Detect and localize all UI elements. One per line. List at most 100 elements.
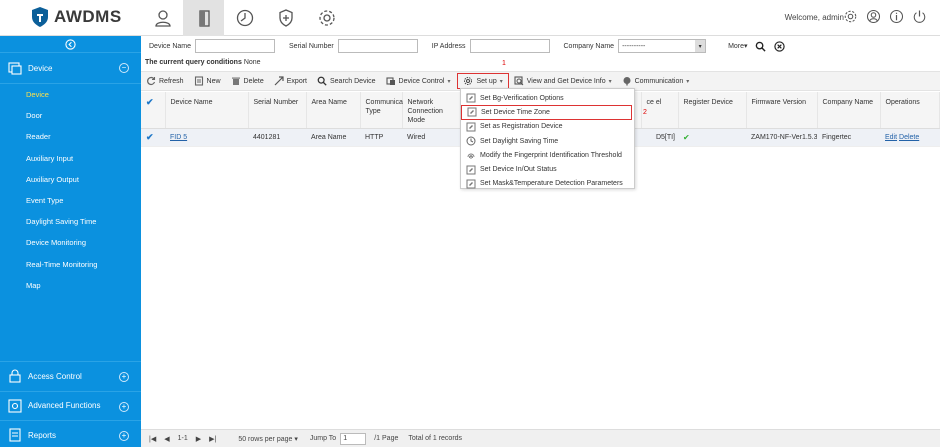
export-button[interactable]: Export — [269, 73, 312, 89]
nav-access[interactable] — [183, 0, 224, 36]
chevron-down-icon: ▾ — [695, 40, 706, 52]
advanced-functions-icon — [8, 399, 22, 413]
last-page-icon[interactable]: ▶| — [209, 435, 216, 443]
more-button[interactable]: More▾ — [728, 42, 747, 50]
device-name-input[interactable] — [195, 39, 276, 53]
menu-item-in-out-status[interactable]: Set Device In/Out Status — [461, 162, 634, 176]
menu-item-bg-verification[interactable]: Set Bg-Verification Options — [461, 91, 634, 105]
col-device-name[interactable]: Device Name — [165, 92, 249, 129]
sidebar-section-access-control[interactable]: Access Control + — [0, 361, 141, 391]
power-icon[interactable] — [911, 8, 928, 25]
collapse-minus-icon[interactable]: − — [119, 63, 129, 73]
new-doc-icon — [194, 76, 204, 86]
expand-plus-icon[interactable]: + — [119, 401, 129, 412]
sidebar-item-event-type[interactable]: Event Type — [0, 190, 141, 211]
jump-to-input[interactable]: 1 — [340, 432, 367, 445]
chevron-down-icon: ▾ — [608, 78, 612, 85]
sidebar-section-advanced-functions[interactable]: Advanced Functions + — [0, 390, 141, 421]
sidebar-item-device[interactable]: Device — [0, 84, 141, 105]
col-area-name[interactable]: Area Name — [306, 92, 361, 129]
col-serial-number[interactable]: Serial Number — [248, 92, 307, 129]
form-icon — [465, 122, 476, 132]
query-conditions-label: The current query conditions — [145, 59, 242, 66]
rows-per-page-select[interactable]: 50 rows per page ▾ — [230, 435, 298, 443]
door-icon — [198, 10, 210, 27]
ip-address-input[interactable] — [469, 39, 550, 53]
ip-address-label: IP Address — [431, 42, 466, 50]
menu-item-daylight-saving-time[interactable]: Set Daylight Saving Time — [461, 134, 634, 148]
sidebar-item-door[interactable]: Door — [0, 105, 141, 126]
menu-item-registration-device[interactable]: Set as Registration Device — [461, 120, 634, 134]
chevron-down-icon: ▾ — [499, 78, 503, 85]
nav-system[interactable] — [306, 0, 347, 36]
sidebar-section-label: Reports — [28, 430, 57, 440]
chevron-down-icon: ▾ — [447, 78, 451, 85]
col-operations: Operations — [880, 92, 940, 129]
device-icon — [8, 62, 22, 75]
cell-company: Fingertec — [817, 128, 880, 147]
sidebar-item-real-time-monitoring[interactable]: Real-Time Monitoring — [0, 254, 141, 275]
prev-page-icon[interactable]: ◀ — [164, 435, 169, 443]
col-network-connection-mode[interactable]: Network Connection Mode — [402, 92, 461, 129]
device-control-button[interactable]: Device Control ▾ — [381, 73, 456, 89]
search-device-button[interactable]: Search Device — [312, 73, 381, 89]
jump-to-label: Jump To — [309, 435, 337, 442]
total-pages: /1 Page — [374, 435, 399, 442]
sidebar-item-auxiliary-output[interactable]: Auxiliary Output — [0, 169, 141, 190]
sidebar-collapse-button[interactable] — [0, 36, 141, 53]
col-communication-type[interactable]: Communica Type — [360, 92, 403, 129]
menu-item-set-device-time-zone[interactable]: Set Device Time Zone — [461, 105, 632, 120]
edit-link[interactable]: Edit — [885, 134, 897, 141]
menu-item-mask-temperature[interactable]: Set Mask&Temperature Detection Parameter… — [461, 177, 634, 191]
nav-personnel[interactable] — [142, 0, 183, 36]
new-button[interactable]: New — [189, 73, 226, 89]
device-name-link[interactable]: FID 5 — [170, 134, 187, 141]
cell-model: D5[TI] — [641, 128, 678, 147]
col-company-name[interactable]: Company Name — [817, 92, 881, 129]
nav-attendance[interactable] — [224, 0, 265, 36]
delete-button[interactable]: Delete — [226, 73, 269, 89]
refresh-icon — [146, 76, 156, 86]
setup-button[interactable]: Set up ▾ — [457, 73, 509, 89]
sidebar-section-reports[interactable]: Reports + — [0, 420, 141, 447]
refresh-button[interactable]: Refresh — [141, 73, 189, 89]
communication-button[interactable]: Communication ▾ — [617, 73, 695, 89]
sidebar-item-map[interactable]: Map — [0, 275, 141, 296]
sidebar-item-daylight-saving-time[interactable]: Daylight Saving Time — [0, 211, 141, 232]
view-get-device-info-button[interactable]: View and Get Device Info ▾ — [509, 73, 617, 89]
company-name-label: Company Name — [563, 42, 615, 50]
setup-dropdown-menu: Set Bg-Verification Options Set Device T… — [460, 88, 635, 189]
profile-icon[interactable] — [865, 8, 882, 25]
col-register-device[interactable]: Register Device — [678, 92, 747, 129]
clear-icon[interactable] — [773, 40, 786, 53]
next-page-icon[interactable]: ▶ — [196, 435, 201, 443]
lock-icon — [9, 369, 21, 383]
device-name-label: Device Name — [149, 42, 192, 50]
serial-number-input[interactable] — [337, 39, 418, 53]
sidebar-section-device[interactable]: Device − — [0, 53, 141, 84]
info-icon[interactable] — [888, 8, 905, 25]
cell-area: Area Name — [306, 128, 360, 147]
pagination-bar: |◀ ◀ 1-1 ▶ ▶| 50 rows per page ▾ Jump To… — [141, 429, 940, 447]
settings-icon[interactable] — [842, 8, 859, 25]
sidebar-item-auxiliary-input[interactable]: Auxiliary Input — [0, 148, 141, 169]
gear-icon — [463, 76, 473, 86]
company-name-select[interactable]: ---------- ▾ — [618, 39, 707, 53]
expand-plus-icon[interactable]: + — [119, 431, 129, 441]
sidebar-item-reader[interactable]: Reader — [0, 126, 141, 147]
nav-security[interactable] — [265, 0, 306, 36]
sidebar-section-label: Device — [28, 63, 53, 73]
first-page-icon[interactable]: |◀ — [149, 435, 156, 443]
select-all-checkbox[interactable]: ✔ — [141, 92, 166, 129]
menu-item-fingerprint-threshold[interactable]: Modify the Fingerprint Identification Th… — [461, 148, 634, 162]
col-firmware-version[interactable]: Firmware Version — [746, 92, 818, 129]
row-checkbox[interactable]: ✔ — [141, 128, 165, 147]
clock-icon — [236, 9, 253, 27]
sidebar-item-device-monitoring[interactable]: Device Monitoring — [0, 232, 141, 253]
expand-plus-icon[interactable]: + — [119, 372, 129, 382]
search-icon[interactable] — [754, 40, 767, 53]
chevron-down-icon: ▾ — [686, 78, 690, 85]
delete-link[interactable]: Delete — [899, 134, 919, 141]
sidebar-bottom-sections: Access Control + Advanced Functions + Re… — [0, 361, 141, 447]
shield-logo-icon — [32, 7, 48, 27]
